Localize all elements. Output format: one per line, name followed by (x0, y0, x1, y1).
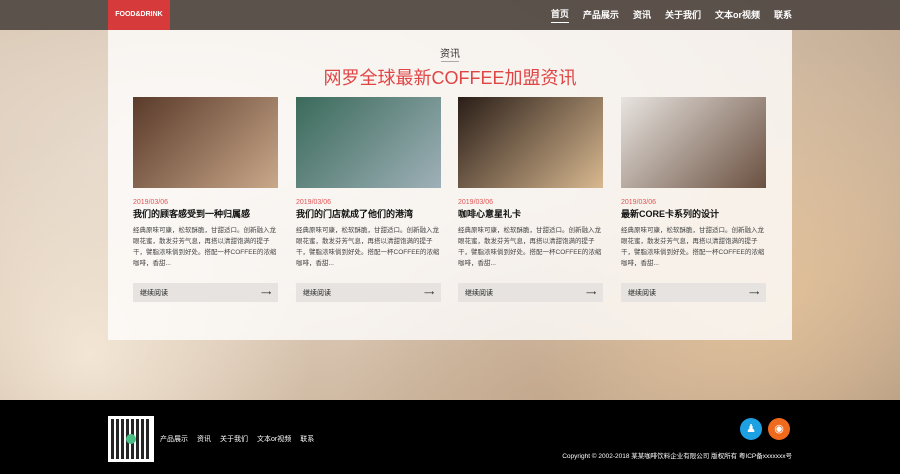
read-more-label: 继续阅读 (628, 289, 656, 297)
read-more-button[interactable]: 继续阅读 ⟶ (133, 283, 278, 302)
arrow-right-icon: ⟶ (585, 289, 596, 297)
news-excerpt: 经典原味可康，松软酥脆，甘甜适口。创新融入龙眼花蜜，散发芬芳气息，再搭以清甜饱满… (621, 227, 765, 267)
news-image[interactable] (133, 97, 278, 188)
news-title[interactable]: 最新CORE卡系列的设计 (621, 207, 766, 220)
read-more-button[interactable]: 继续阅读 ⟶ (296, 283, 441, 302)
logo[interactable]: FOOD&DRINK (108, 0, 170, 30)
news-image[interactable] (621, 97, 766, 188)
news-excerpt: 经典原味可康，松软酥脆，甘甜适口。创新融入龙眼花蜜，散发芬芳气息，再搭以清甜饱满… (133, 227, 277, 267)
read-more-label: 继续阅读 (465, 289, 493, 297)
read-more-label: 继续阅读 (140, 289, 168, 297)
news-card: 2019/03/06 我们的门店就成了他们的港湾 经典原味可康，松软酥脆，甘甜适… (296, 97, 441, 302)
news-excerpt: 经典原味可康，松软酥脆，甘甜适口。创新融入龙眼花蜜，散发芬芳气息，再搭以清甜饱满… (458, 227, 602, 267)
divider (441, 61, 459, 62)
nav-contact[interactable]: 联系 (774, 8, 792, 23)
news-image[interactable] (296, 97, 441, 188)
news-image[interactable] (458, 97, 603, 188)
read-more-label: 继续阅读 (303, 289, 331, 297)
arrow-right-icon: ⟶ (260, 289, 271, 297)
nav-products[interactable]: 产品展示 (583, 8, 619, 23)
footer (0, 400, 900, 474)
copyright: Copyright © 2002-2018 某某咖啡饮料企业有限公司 版权所有 … (562, 453, 792, 460)
news-date: 2019/03/06 (458, 199, 494, 206)
section-title: 资讯 (440, 49, 460, 60)
weibo-icon[interactable]: ◉ (768, 418, 790, 440)
news-date: 2019/03/06 (296, 199, 332, 206)
news-card: 2019/03/06 咖啡心意星礼卡 经典原味可康，松软酥脆，甘甜适口。创新融入… (458, 97, 603, 302)
footer-link-news[interactable]: 资讯 (197, 434, 211, 444)
news-title[interactable]: 咖啡心意星礼卡 (458, 207, 603, 220)
qq-icon[interactable]: ♟ (740, 418, 762, 440)
news-date: 2019/03/06 (133, 199, 169, 206)
qr-code (108, 416, 154, 462)
news-card: 2019/03/06 我们的顾客感受到一种归属感 经典原味可康，松软酥脆，甘甜适… (133, 97, 278, 302)
footer-link-products[interactable]: 产品展示 (160, 434, 188, 444)
arrow-right-icon: ⟶ (423, 289, 434, 297)
arrow-right-icon: ⟶ (748, 289, 759, 297)
footer-links: 产品展示 资讯 关于我们 文本or视频 联系 (160, 434, 314, 444)
headline: 网罗全球最新COFFEE加盟资讯 (323, 68, 577, 88)
nav-news[interactable]: 资讯 (633, 8, 651, 23)
footer-link-about[interactable]: 关于我们 (220, 434, 248, 444)
footer-link-media[interactable]: 文本or视频 (257, 434, 291, 444)
news-title[interactable]: 我们的门店就成了他们的港湾 (296, 207, 441, 220)
header: FOOD&DRINK 首页 产品展示 资讯 关于我们 文本or视频 联系 (0, 0, 900, 30)
news-title[interactable]: 我们的顾客感受到一种归属感 (133, 207, 278, 220)
nav-about[interactable]: 关于我们 (665, 8, 701, 23)
nav-home[interactable]: 首页 (550, 7, 569, 23)
main-nav: 首页 产品展示 资讯 关于我们 文本or视频 联系 (550, 0, 792, 30)
news-date: 2019/03/06 (621, 199, 657, 206)
read-more-button[interactable]: 继续阅读 ⟶ (621, 283, 766, 302)
news-excerpt: 经典原味可康，松软酥脆，甘甜适口。创新融入龙眼花蜜，散发芬芳气息，再搭以清甜饱满… (296, 227, 440, 267)
news-card: 2019/03/06 最新CORE卡系列的设计 经典原味可康，松软酥脆，甘甜适口… (621, 97, 766, 302)
nav-media[interactable]: 文本or视频 (715, 8, 760, 23)
footer-link-contact[interactable]: 联系 (300, 434, 314, 444)
read-more-button[interactable]: 继续阅读 ⟶ (458, 283, 603, 302)
